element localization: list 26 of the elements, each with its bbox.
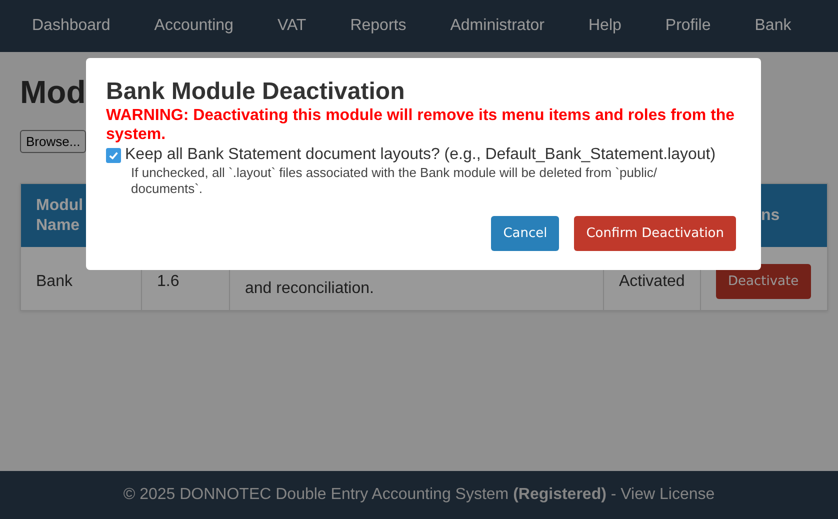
nav-link[interactable]: Bank [732,17,814,35]
nav-link[interactable]: Administrator [428,17,566,35]
hint-text: If unchecked, all `.layout` files associated with the Bank module will be deleted from `public/ documents`. [131,165,658,197]
nav-link[interactable]: Help [566,17,644,35]
column-header: ns [761,206,780,224]
warning-text: WARNING: Deactivating this module will remove its menu items and roles from the system. [106,106,736,144]
column-header: Modul Name [36,196,84,236]
nav-link[interactable]: Accounting [132,17,256,35]
nav-link[interactable]: Dashboard [10,17,132,35]
cancel-button[interactable]: Cancel [491,216,560,251]
table-cell: and reconciliation. [245,280,374,298]
nav-link[interactable]: Reports [328,17,428,35]
checkmark-icon [108,150,119,160]
checkbox[interactable] [106,148,121,162]
table-cell: 1.6 [157,272,180,290]
browse-button[interactable]: Browse... [20,130,86,153]
nav-link[interactable]: VAT [255,17,328,35]
modal-title: Bank Module Deactivation [106,78,406,106]
page-title: Mod [20,74,86,112]
table-cell: Bank [36,272,72,290]
table-cell: Activated [619,272,685,290]
nav-link[interactable]: Profile [643,17,733,35]
footer-text: © 2025 DONNOTEC Double Entry Accounting System (Registered) - View License [123,486,715,504]
confirm-button[interactable]: Confirm Deactivation [574,216,736,251]
deactivate-button[interactable]: Deactivate [716,264,811,299]
checkbox-label: Keep all Bank Statement document layouts? (e.g., Default_Bank_Statement.layout) [125,146,716,164]
